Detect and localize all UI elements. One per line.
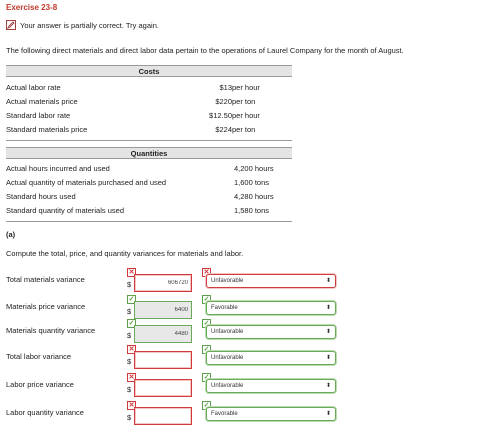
cost-value: $13: [219, 83, 232, 92]
costs-table: Costs Actual labor rate $13 per hour Act…: [6, 65, 292, 141]
quantity-value: 4,280 hours: [234, 192, 274, 201]
labor-quantity-variance-input[interactable]: [134, 407, 192, 425]
quantity-value: 1,580 tons: [234, 206, 270, 215]
total-materials-variance-input[interactable]: [134, 274, 192, 292]
select-value: Favorable: [211, 305, 238, 311]
cost-value: $224: [215, 125, 232, 134]
select-value: Unfavorable: [211, 355, 244, 361]
currency-symbol: $: [127, 413, 132, 422]
variance-label: Total labor variance: [6, 352, 72, 361]
quantities-heading: Quantities: [6, 147, 292, 159]
materials-price-variance-select[interactable]: Favorable ⬍: [206, 301, 336, 315]
quantity-value: 4,200 hours: [234, 164, 274, 173]
select-value: Favorable: [211, 411, 238, 417]
select-arrow-icon: ⬍: [325, 329, 331, 335]
variance-label: Materials quantity variance: [6, 326, 96, 335]
variance-label: Materials price variance: [6, 302, 86, 311]
total-materials-variance-select[interactable]: Unfavorable ⬍: [206, 274, 336, 288]
table-row: Standard hours used 4,280 hours: [6, 190, 292, 204]
select-value: Unfavorable: [211, 383, 244, 389]
table-row: Actual materials price $220 per ton: [6, 95, 292, 109]
select-arrow-icon: ⬍: [325, 305, 331, 311]
quantity-label: Standard quantity of materials used: [6, 206, 124, 215]
table-row: Standard labor rate $12.50 per hour: [6, 109, 292, 123]
cost-value: $220: [215, 97, 232, 106]
cost-label: Actual labor rate: [6, 83, 61, 92]
currency-symbol: $: [127, 385, 132, 394]
select-value: Unfavorable: [211, 329, 244, 335]
variance-row-materials-price: Materials price variance ✓ $ ✓ Favorable…: [6, 295, 336, 319]
cost-unit: per hour: [232, 83, 260, 92]
quantities-table: Quantities Actual hours incurred and use…: [6, 147, 292, 222]
currency-symbol: $: [127, 331, 132, 340]
table-row: Actual quantity of materials purchased a…: [6, 176, 292, 190]
labor-price-variance-select[interactable]: Unfavorable ⬍: [206, 379, 336, 393]
table-row: Standard quantity of materials used 1,58…: [6, 204, 292, 218]
total-labor-variance-input[interactable]: [134, 351, 192, 369]
cost-label: Actual materials price: [6, 97, 78, 106]
quantity-label: Actual quantity of materials purchased a…: [6, 178, 167, 187]
cost-value: $12.50: [209, 111, 232, 120]
variance-row-labor-price: Labor price variance ✕ $ ✓ Unfavorable ⬍: [6, 373, 336, 397]
currency-symbol: $: [127, 307, 132, 316]
part-label: (a): [6, 230, 16, 239]
costs-heading: Costs: [6, 65, 292, 77]
problem-intro: The following direct materials and direc…: [6, 46, 404, 55]
variance-row-total-materials: Total materials variance ✕ $ ✕ Unfavorab…: [6, 268, 336, 292]
currency-symbol: $: [127, 280, 132, 289]
cost-unit: per hour: [232, 111, 260, 120]
table-divider: [6, 218, 292, 222]
currency-symbol: $: [127, 357, 132, 366]
table-row: Standard materials price $224 per ton: [6, 123, 292, 137]
labor-price-variance-input[interactable]: [134, 379, 192, 397]
variance-row-labor-quantity: Labor quantity variance ✕ $ ✓ Favorable …: [6, 401, 336, 425]
cost-label: Standard materials price: [6, 125, 88, 134]
labor-quantity-variance-select[interactable]: Favorable ⬍: [206, 407, 336, 421]
table-row: Actual hours incurred and used 4,200 hou…: [6, 162, 292, 176]
exercise-title: Exercise 23-8: [6, 3, 58, 12]
variance-row-total-labor: Total labor variance ✕ $ ✓ Unfavorable ⬍: [6, 345, 336, 369]
select-arrow-icon: ⬍: [325, 355, 331, 361]
select-arrow-icon: ⬍: [325, 383, 331, 389]
table-divider: [6, 137, 292, 141]
materials-quantity-variance-select[interactable]: Unfavorable ⬍: [206, 325, 336, 339]
total-labor-variance-select[interactable]: Unfavorable ⬍: [206, 351, 336, 365]
cost-label: Standard labor rate: [6, 111, 71, 120]
cost-unit: per ton: [232, 97, 256, 106]
pencil-icon: [6, 20, 16, 30]
variance-label: Labor quantity variance: [6, 408, 84, 417]
part-instruction: Compute the total, price, and quantity v…: [6, 249, 244, 258]
partial-status-text: Your answer is partially correct. Try ag…: [20, 20, 159, 30]
variance-label: Labor price variance: [6, 380, 74, 389]
cost-unit: per ton: [232, 125, 256, 134]
partial-status: Your answer is partially correct. Try ag…: [6, 20, 159, 30]
quantity-label: Standard hours used: [6, 192, 76, 201]
select-arrow-icon: ⬍: [325, 411, 331, 417]
select-arrow-icon: ⬍: [325, 278, 331, 284]
select-value: Unfavorable: [211, 278, 244, 284]
materials-price-variance-input[interactable]: [134, 301, 192, 319]
table-row: Actual labor rate $13 per hour: [6, 81, 292, 95]
quantity-value: 1,600 tons: [234, 178, 270, 187]
variance-row-materials-quantity: Materials quantity variance ✓ $ ✓ Unfavo…: [6, 319, 336, 343]
quantity-label: Actual hours incurred and used: [6, 164, 110, 173]
variance-label: Total materials variance: [6, 275, 85, 284]
materials-quantity-variance-input[interactable]: [134, 325, 192, 343]
